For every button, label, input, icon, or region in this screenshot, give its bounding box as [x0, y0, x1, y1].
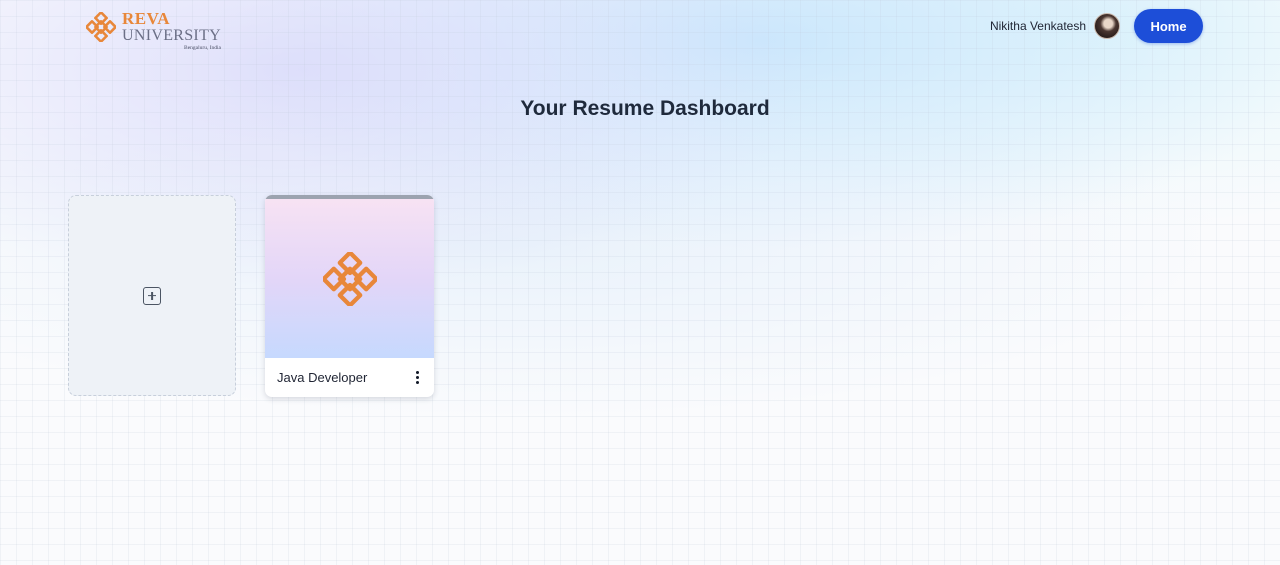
page-title: Your Resume Dashboard	[520, 97, 770, 120]
user-avatar[interactable]	[1094, 13, 1120, 39]
logo-location: Bengaluru, India	[184, 45, 221, 51]
home-button[interactable]: Home	[1134, 9, 1203, 43]
resume-card[interactable]: Java Developer	[265, 195, 434, 397]
user-area: Nikitha Venkatesh Home	[990, 9, 1203, 43]
logo-name: REVA	[122, 9, 170, 28]
more-vertical-icon[interactable]	[412, 370, 422, 386]
logo-subtitle: UNIVERSITY	[122, 27, 221, 44]
add-resume-card[interactable]	[68, 195, 236, 396]
resume-title: Java Developer	[277, 370, 368, 385]
reva-knot-logo-icon	[322, 251, 377, 306]
user-name: Nikitha Venkatesh	[989, 19, 1086, 33]
plus-square-icon	[143, 286, 161, 305]
reva-knot-logo-icon	[86, 12, 116, 42]
university-logo[interactable]: REVA UNIVERSITY Bengaluru, India	[86, 10, 221, 52]
resume-thumbnail[interactable]	[265, 199, 434, 358]
resume-card-footer: Java Developer	[265, 358, 434, 397]
